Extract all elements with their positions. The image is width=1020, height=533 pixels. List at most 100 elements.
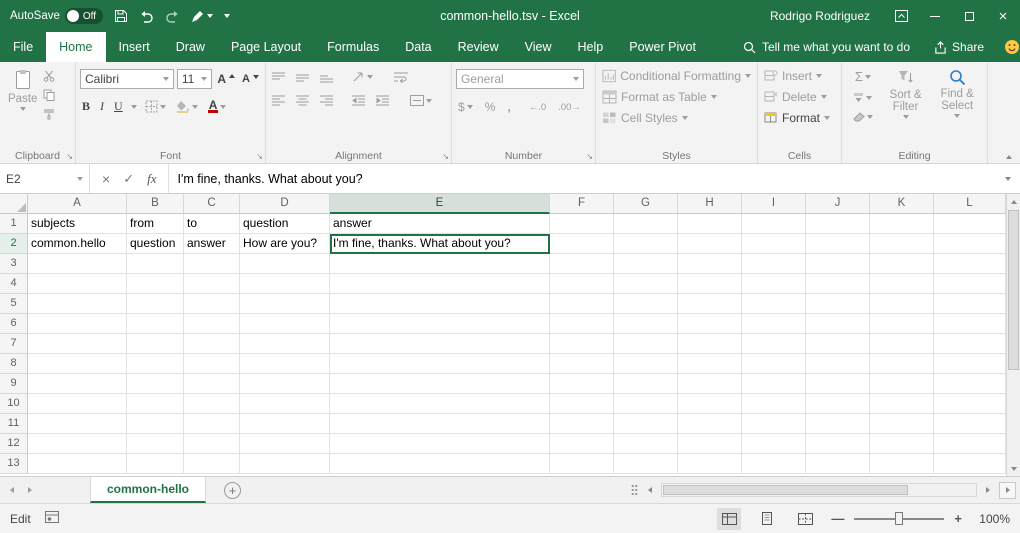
cell-I9[interactable] bbox=[742, 374, 806, 394]
cell-D5[interactable] bbox=[240, 294, 330, 314]
cut-button[interactable] bbox=[41, 68, 57, 84]
cell-A2[interactable]: common.hello bbox=[28, 234, 127, 254]
cell-J9[interactable] bbox=[806, 374, 870, 394]
page-layout-view-button[interactable] bbox=[755, 508, 779, 530]
cell-B2[interactable]: question bbox=[127, 234, 184, 254]
cell-D6[interactable] bbox=[240, 314, 330, 334]
autosave-pill[interactable]: Off bbox=[65, 8, 103, 24]
ribbon-display-options-button[interactable] bbox=[884, 0, 918, 32]
next-sheet-icon[interactable] bbox=[28, 487, 32, 493]
formula-input[interactable]: I'm fine, thanks. What about you? bbox=[169, 164, 996, 193]
cell-H9[interactable] bbox=[678, 374, 742, 394]
cell-I7[interactable] bbox=[742, 334, 806, 354]
bold-button[interactable]: B bbox=[80, 97, 92, 116]
cell-K10[interactable] bbox=[870, 394, 934, 414]
cell-H5[interactable] bbox=[678, 294, 742, 314]
cell-C12[interactable] bbox=[184, 434, 240, 454]
cell-L6[interactable] bbox=[934, 314, 1006, 334]
borders-button[interactable] bbox=[143, 98, 168, 115]
horizontal-scroll-thumb[interactable] bbox=[663, 485, 908, 495]
user-name[interactable]: Rodrigo Rodriguez bbox=[770, 9, 870, 23]
cell-E6[interactable] bbox=[330, 314, 550, 334]
cell-K3[interactable] bbox=[870, 254, 934, 274]
delete-cells-button[interactable]: Delete bbox=[762, 86, 837, 107]
alignment-dialog-launcher-icon[interactable]: ↘ bbox=[442, 152, 449, 162]
cell-E12[interactable] bbox=[330, 434, 550, 454]
middle-align-button[interactable] bbox=[294, 70, 311, 85]
cell-B9[interactable] bbox=[127, 374, 184, 394]
cell-D13[interactable] bbox=[240, 454, 330, 474]
cell-I4[interactable] bbox=[742, 274, 806, 294]
zoom-slider-thumb[interactable] bbox=[895, 512, 903, 525]
fill-color-button[interactable] bbox=[174, 98, 200, 115]
page-break-view-button[interactable] bbox=[793, 508, 817, 530]
cell-J4[interactable] bbox=[806, 274, 870, 294]
cell-E7[interactable] bbox=[330, 334, 550, 354]
cell-G13[interactable] bbox=[614, 454, 678, 474]
cell-D1[interactable]: question bbox=[240, 214, 330, 234]
cell-F2[interactable] bbox=[550, 234, 614, 254]
cell-E1[interactable]: answer bbox=[330, 214, 550, 234]
column-header-J[interactable]: J bbox=[806, 194, 870, 214]
cell-G1[interactable] bbox=[614, 214, 678, 234]
cell-F12[interactable] bbox=[550, 434, 614, 454]
format-painter-button[interactable] bbox=[41, 106, 57, 122]
column-header-F[interactable]: F bbox=[550, 194, 614, 214]
undo-button[interactable] bbox=[139, 10, 154, 23]
row-header-13[interactable]: 13 bbox=[0, 454, 28, 474]
cell-G4[interactable] bbox=[614, 274, 678, 294]
cell-C13[interactable] bbox=[184, 454, 240, 474]
clipboard-dialog-launcher-icon[interactable]: ↘ bbox=[66, 152, 73, 162]
comma-style-button[interactable]: , bbox=[505, 98, 512, 116]
cell-C10[interactable] bbox=[184, 394, 240, 414]
cell-J7[interactable] bbox=[806, 334, 870, 354]
cell-E9[interactable] bbox=[330, 374, 550, 394]
redo-button[interactable] bbox=[165, 10, 180, 23]
cell-I13[interactable] bbox=[742, 454, 806, 474]
autosave-toggle[interactable]: AutoSave Off bbox=[10, 8, 103, 24]
cell-L5[interactable] bbox=[934, 294, 1006, 314]
name-box[interactable]: E2 bbox=[0, 164, 90, 193]
cell-H12[interactable] bbox=[678, 434, 742, 454]
cell-J8[interactable] bbox=[806, 354, 870, 374]
cell-G10[interactable] bbox=[614, 394, 678, 414]
cell-J6[interactable] bbox=[806, 314, 870, 334]
cell-B1[interactable]: from bbox=[127, 214, 184, 234]
cell-E11[interactable] bbox=[330, 414, 550, 434]
increase-decimal-button[interactable]: ←.0 bbox=[527, 100, 548, 115]
italic-button[interactable]: I bbox=[98, 97, 106, 116]
tab-help[interactable]: Help bbox=[565, 32, 617, 62]
font-dialog-launcher-icon[interactable]: ↘ bbox=[256, 152, 263, 162]
expand-formula-bar-button[interactable] bbox=[996, 164, 1020, 193]
cell-A3[interactable] bbox=[28, 254, 127, 274]
decrease-font-size-button[interactable]: A bbox=[240, 71, 261, 87]
cell-C6[interactable] bbox=[184, 314, 240, 334]
cell-B8[interactable] bbox=[127, 354, 184, 374]
scroll-down-icon[interactable] bbox=[1007, 461, 1020, 476]
share-button[interactable]: Share bbox=[922, 32, 996, 62]
scroll-right-edge-icon[interactable] bbox=[999, 482, 1016, 499]
cell-J5[interactable] bbox=[806, 294, 870, 314]
column-header-K[interactable]: K bbox=[870, 194, 934, 214]
format-cells-button[interactable]: Format bbox=[762, 107, 837, 128]
cell-I3[interactable] bbox=[742, 254, 806, 274]
cancel-button[interactable]: × bbox=[102, 171, 110, 187]
cell-B3[interactable] bbox=[127, 254, 184, 274]
horizontal-scrollbar[interactable] bbox=[638, 477, 1020, 503]
column-header-L[interactable]: L bbox=[934, 194, 1006, 214]
horizontal-scroll-track[interactable] bbox=[661, 483, 977, 497]
cell-L3[interactable] bbox=[934, 254, 1006, 274]
copy-button[interactable] bbox=[41, 87, 57, 103]
cell-L12[interactable] bbox=[934, 434, 1006, 454]
feedback-button[interactable] bbox=[996, 32, 1020, 62]
cell-D2[interactable]: How are you? bbox=[240, 234, 330, 254]
cell-K8[interactable] bbox=[870, 354, 934, 374]
maximize-button[interactable] bbox=[952, 0, 986, 32]
row-header-9[interactable]: 9 bbox=[0, 374, 28, 394]
bottom-align-button[interactable] bbox=[318, 70, 335, 85]
cell-F6[interactable] bbox=[550, 314, 614, 334]
cell-L1[interactable] bbox=[934, 214, 1006, 234]
font-size-select[interactable]: 11 bbox=[177, 69, 213, 89]
cell-A11[interactable] bbox=[28, 414, 127, 434]
tab-data[interactable]: Data bbox=[392, 32, 444, 62]
